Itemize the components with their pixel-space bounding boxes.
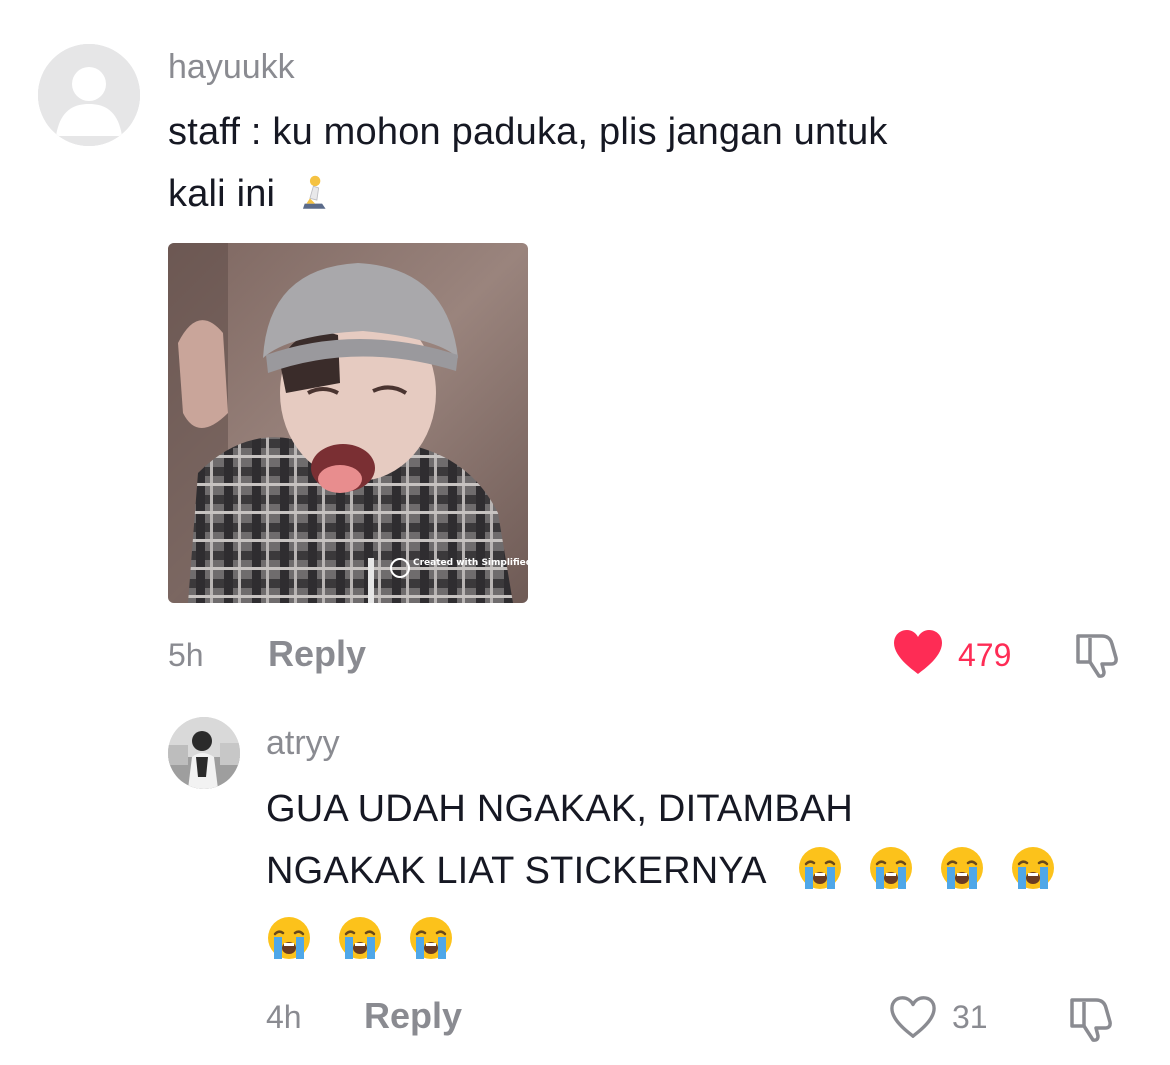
- like-button[interactable]: [888, 994, 938, 1045]
- crying-face-emoji: [797, 845, 843, 891]
- comment-text: staff : ku mohon paduka, plis jangan unt…: [168, 101, 888, 225]
- crying-face-emoji: [868, 845, 914, 891]
- reply-button[interactable]: Reply: [364, 995, 462, 1037]
- heart-filled-icon: [894, 630, 942, 674]
- like-button[interactable]: [892, 628, 944, 681]
- comment-username[interactable]: atryy: [266, 724, 340, 763]
- comment-time: 4h: [266, 999, 302, 1035]
- sticker-watermark: Created with Simplified App: [413, 558, 528, 568]
- crying-face-emoji: [939, 845, 985, 891]
- comment-text-line: GUA UDAH NGAKAK, DITAMBAH: [266, 788, 854, 830]
- crying-face-emoji: [337, 915, 383, 961]
- avatar-atryy[interactable]: [168, 717, 240, 789]
- thumb-down-icon: [1070, 998, 1112, 1042]
- comment-text-line-2: kali ini: [168, 173, 276, 215]
- comment-text-line: NGAKAK LIAT STICKERNYA: [266, 840, 1056, 902]
- dislike-button[interactable]: [1066, 992, 1118, 1049]
- crying-face-emoji: [408, 915, 454, 961]
- kneeling-person-emoji: [302, 175, 326, 209]
- heart-outline-icon: [890, 996, 936, 1038]
- like-count: 31: [952, 999, 988, 1035]
- comment-text-line: kali ini: [168, 163, 888, 225]
- avatar-photo: [168, 717, 240, 789]
- comment-text-line: staff : ku mohon paduka, plis jangan unt…: [168, 111, 888, 153]
- comment-username[interactable]: hayuukk: [168, 48, 295, 87]
- reply-button[interactable]: Reply: [268, 633, 366, 675]
- comment-text: GUA UDAH NGAKAK, DITAMBAH NGAKAK LIAT ST…: [266, 778, 1056, 972]
- dislike-button[interactable]: [1072, 628, 1124, 685]
- sticker-image[interactable]: Created with Simplified App: [168, 243, 528, 603]
- comment-text-line-2: NGAKAK LIAT STICKERNYA: [266, 850, 767, 892]
- default-avatar-icon: [38, 44, 140, 146]
- crying-face-emoji: [1010, 845, 1056, 891]
- like-count: 479: [958, 637, 1012, 673]
- avatar-hayuukk[interactable]: [38, 44, 140, 146]
- comment-emoji-row: [266, 902, 1056, 972]
- crying-face-emoji: [266, 915, 312, 961]
- thumb-down-icon: [1076, 634, 1118, 678]
- comment-time: 5h: [168, 637, 204, 673]
- sticker-graphic: Created with Simplified App: [168, 243, 528, 603]
